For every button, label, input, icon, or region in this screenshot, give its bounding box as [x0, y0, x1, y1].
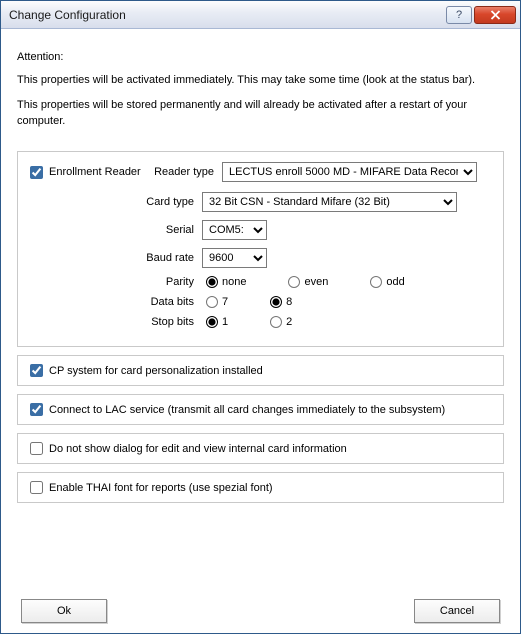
- dialog-buttons: Ok Cancel: [17, 591, 504, 623]
- parity-none-option[interactable]: none: [206, 276, 246, 288]
- databits-7-radio[interactable]: [206, 296, 218, 308]
- databits-label: Data bits: [130, 296, 202, 308]
- close-button[interactable]: [474, 6, 516, 24]
- databits-8-option[interactable]: 8: [270, 296, 292, 308]
- parity-odd-radio[interactable]: [370, 276, 382, 288]
- enrollment-group: Enrollment Reader Reader type LECTUS enr…: [17, 151, 504, 347]
- stopbits-label: Stop bits: [130, 316, 202, 328]
- hide-dialog-group: Do not show dialog for edit and view int…: [17, 433, 504, 464]
- thai-font-group: Enable THAI font for reports (use spezia…: [17, 472, 504, 503]
- cancel-button[interactable]: Cancel: [414, 599, 500, 623]
- help-button[interactable]: ?: [446, 6, 472, 24]
- enrollment-reader-label: Enrollment Reader: [49, 166, 141, 178]
- parity-even-radio[interactable]: [288, 276, 300, 288]
- hide-dialog-label: Do not show dialog for edit and view int…: [49, 443, 347, 455]
- reader-type-select[interactable]: LECTUS enroll 5000 MD - MIFARE Data Reco…: [222, 162, 477, 182]
- stopbits-2-radio[interactable]: [270, 316, 282, 328]
- lac-service-label: Connect to LAC service (transmit all car…: [49, 404, 445, 416]
- attention-heading: Attention:: [17, 51, 504, 63]
- card-type-label: Card type: [130, 196, 202, 208]
- dialog-window: Change Configuration ? Attention: This p…: [0, 0, 521, 634]
- card-type-select[interactable]: 32 Bit CSN - Standard Mifare (32 Bit): [202, 192, 457, 212]
- enrollment-form: Card type 32 Bit CSN - Standard Mifare (…: [130, 192, 491, 328]
- baud-rate-label: Baud rate: [130, 252, 202, 264]
- stopbits-1-radio[interactable]: [206, 316, 218, 328]
- parity-even-option[interactable]: even: [288, 276, 328, 288]
- window-title: Change Configuration: [9, 8, 446, 22]
- stopbits-2-option[interactable]: 2: [270, 316, 292, 328]
- ok-button[interactable]: Ok: [21, 599, 107, 623]
- cp-system-group: CP system for card personalization insta…: [17, 355, 504, 386]
- databits-7-option[interactable]: 7: [206, 296, 228, 308]
- attention-line-2: This properties will be stored permanent…: [17, 98, 504, 129]
- enrollment-reader-checkbox[interactable]: [30, 166, 43, 179]
- stopbits-1-option[interactable]: 1: [206, 316, 228, 328]
- lac-service-group: Connect to LAC service (transmit all car…: [17, 394, 504, 425]
- parity-none-radio[interactable]: [206, 276, 218, 288]
- enrollment-top-row: Enrollment Reader Reader type LECTUS enr…: [30, 162, 491, 182]
- parity-label: Parity: [130, 276, 202, 288]
- client-area: Attention: This properties will be activ…: [1, 29, 520, 633]
- databits-8-radio[interactable]: [270, 296, 282, 308]
- titlebar-buttons: ?: [446, 6, 520, 24]
- baud-rate-select[interactable]: 9600: [202, 248, 267, 268]
- thai-font-label: Enable THAI font for reports (use spezia…: [49, 482, 273, 494]
- titlebar: Change Configuration ?: [1, 1, 520, 29]
- lac-service-checkbox[interactable]: [30, 403, 43, 416]
- close-icon: [490, 10, 501, 20]
- hide-dialog-checkbox[interactable]: [30, 442, 43, 455]
- reader-type-label: Reader type: [150, 166, 222, 178]
- help-icon: ?: [456, 9, 462, 21]
- parity-odd-option[interactable]: odd: [370, 276, 404, 288]
- thai-font-checkbox[interactable]: [30, 481, 43, 494]
- serial-select[interactable]: COM5:: [202, 220, 267, 240]
- cp-system-checkbox[interactable]: [30, 364, 43, 377]
- cp-system-label: CP system for card personalization insta…: [49, 365, 263, 377]
- attention-line-1: This properties will be activated immedi…: [17, 73, 504, 88]
- serial-label: Serial: [130, 224, 202, 236]
